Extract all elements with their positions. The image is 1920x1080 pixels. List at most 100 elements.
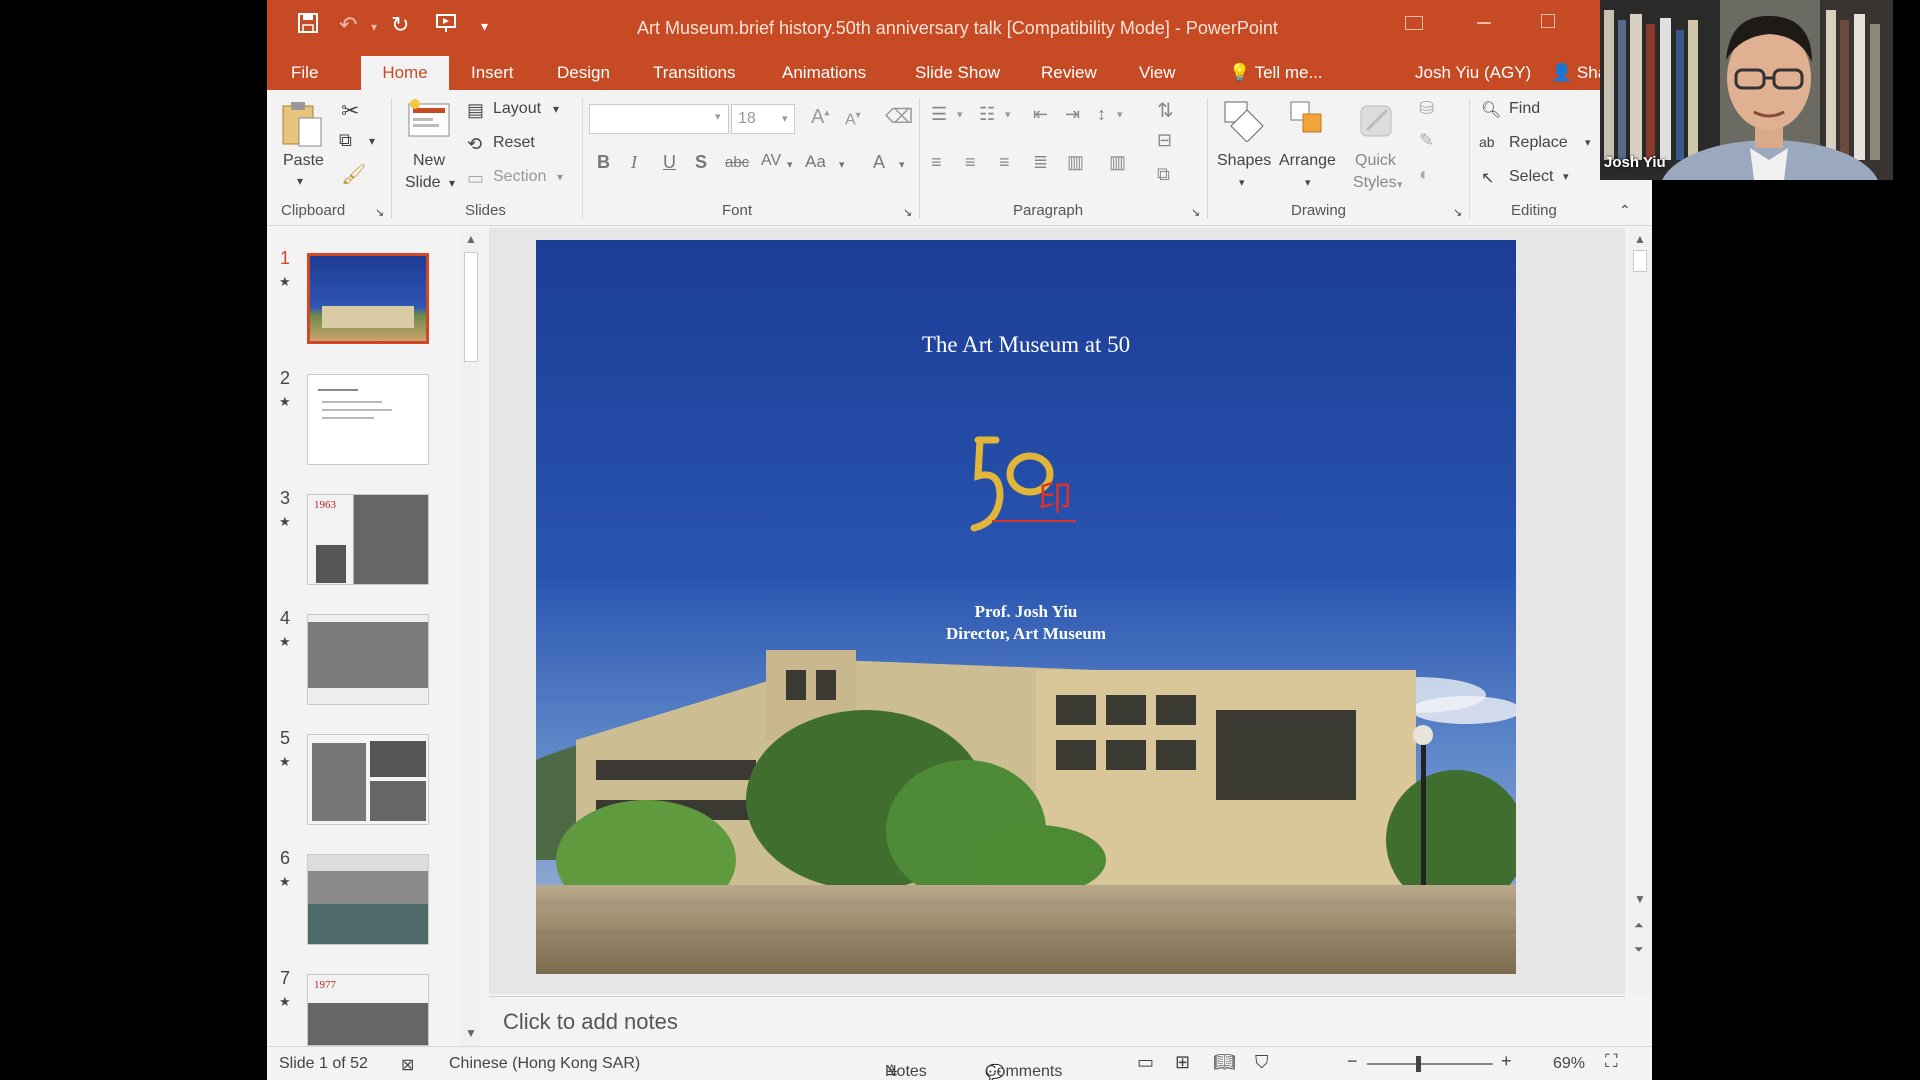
character-spacing-icon[interactable]: AV <box>761 152 781 170</box>
justify-icon[interactable]: ≣ <box>1033 152 1048 173</box>
scroll-up-arrow-icon[interactable]: ▲ <box>465 232 477 246</box>
layout-button[interactable]: Layout <box>493 100 541 118</box>
align-text-icon[interactable]: ⊟ <box>1157 130 1172 151</box>
font-size-input[interactable]: 18 ▾ <box>731 104 795 134</box>
maximize-icon[interactable] <box>1541 14 1555 28</box>
tell-me-box[interactable]: 💡 Tell me... <box>1217 56 1335 90</box>
language-indicator[interactable]: Chinese (Hong Kong SAR) <box>449 1055 640 1073</box>
undo-icon[interactable]: ↶ <box>339 12 357 38</box>
replace-icon[interactable]: ab <box>1479 134 1495 150</box>
customize-qat-icon[interactable]: ▾ <box>481 18 488 35</box>
thumbnail-scrollbar[interactable]: ▲ ▼ <box>461 232 481 1046</box>
font-color-icon[interactable]: A <box>873 152 885 173</box>
italic-icon[interactable]: I <box>631 152 637 173</box>
paste-icon[interactable] <box>281 100 323 153</box>
slide-thumbnail-5[interactable] <box>307 734 429 825</box>
select-button[interactable]: Select <box>1509 168 1553 186</box>
zoom-level[interactable]: 69% <box>1553 1055 1585 1073</box>
tab-transitions[interactable]: Transitions <box>641 56 748 90</box>
font-launcher-icon[interactable]: ↘ <box>903 206 912 219</box>
slide-thumbnail-3[interactable]: 1963 <box>307 494 429 585</box>
find-button[interactable]: Find <box>1509 100 1540 118</box>
line-spacing-dropdown-icon[interactable]: ▾ <box>1117 108 1123 121</box>
fit-slide-icon[interactable]: ⛶ <box>1605 1051 1618 1072</box>
scroll-thumb[interactable] <box>1633 250 1647 272</box>
scroll-thumb[interactable] <box>464 252 478 362</box>
font-name-dropdown-icon[interactable]: ▾ <box>715 110 721 123</box>
shape-outline-icon[interactable]: ✎ <box>1419 130 1434 151</box>
zoom-out-icon[interactable]: − <box>1347 1051 1358 1072</box>
tab-slide-show[interactable]: Slide Show <box>903 56 1012 90</box>
slide-thumbnail-7[interactable]: 1977 <box>307 974 429 1046</box>
replace-button[interactable]: Replace <box>1509 134 1568 152</box>
slide-thumbnail-6[interactable] <box>307 854 429 945</box>
increase-font-icon[interactable]: A▴ <box>811 106 829 129</box>
tab-insert[interactable]: Insert <box>459 56 526 90</box>
redo-icon[interactable]: ↻ <box>391 12 409 38</box>
shapes-dropdown-icon[interactable]: ▾ <box>1239 176 1245 189</box>
copy-icon[interactable]: ⧉ <box>339 130 352 151</box>
select-dropdown-icon[interactable]: ▾ <box>1563 170 1569 183</box>
slide-thumbnail-1[interactable] <box>307 253 429 344</box>
user-account[interactable]: Josh Yiu (AGY) <box>1403 56 1543 90</box>
current-slide[interactable]: The Art Museum at 50 印 Prof. Josh Yiu Di… <box>536 240 1516 974</box>
tab-home[interactable]: Home <box>361 56 449 90</box>
slide-scrollbar[interactable]: ▲ ▼ ⏶ ⏷ <box>1630 228 1650 994</box>
slide-thumbnail-2[interactable] <box>307 374 429 465</box>
shape-fill-icon[interactable]: ⛁ <box>1419 98 1434 119</box>
bold-icon[interactable]: B <box>597 152 610 173</box>
new-slide-icon[interactable] <box>407 98 453 145</box>
reset-icon[interactable]: ⟲ <box>467 134 482 155</box>
tab-design[interactable]: Design <box>545 56 622 90</box>
layout-icon[interactable]: ▤ <box>467 100 484 121</box>
new-slide-dropdown-icon[interactable]: ▾ <box>449 176 455 190</box>
find-icon[interactable]: 🔍︎ <box>1481 100 1501 120</box>
distributed-icon[interactable]: ▥ <box>1067 152 1084 173</box>
select-cursor-icon[interactable]: ↖ <box>1481 168 1494 188</box>
numbering-icon[interactable]: ☷ <box>979 104 995 125</box>
reading-view-icon[interactable]: 📖︎ <box>1213 1052 1236 1073</box>
align-right-icon[interactable]: ≡ <box>999 152 1010 173</box>
replace-dropdown-icon[interactable]: ▾ <box>1585 136 1591 149</box>
decrease-font-icon[interactable]: A▾ <box>845 110 861 129</box>
font-color-dropdown-icon[interactable]: ▾ <box>899 158 905 171</box>
section-icon[interactable]: ▭ <box>467 168 484 189</box>
decrease-indent-icon[interactable]: ⇤ <box>1033 104 1048 125</box>
text-shadow-icon[interactable]: S <box>695 152 707 173</box>
ribbon-display-options-icon[interactable] <box>1405 16 1423 30</box>
start-from-beginning-icon[interactable] <box>435 12 457 40</box>
line-spacing-icon[interactable]: ↕ <box>1097 104 1106 125</box>
slide-sorter-icon[interactable]: ⊞ <box>1175 1052 1190 1073</box>
section-dropdown-icon[interactable]: ▾ <box>557 170 563 184</box>
next-slide-icon[interactable]: ⏷ <box>1634 942 1644 957</box>
tab-view[interactable]: View <box>1127 56 1188 90</box>
section-button[interactable]: Section <box>493 168 546 186</box>
previous-slide-icon[interactable]: ⏶ <box>1634 918 1644 933</box>
collapse-ribbon-icon[interactable]: ⌃ <box>1619 202 1631 219</box>
shape-effects-icon[interactable]: ◐ <box>1419 164 1430 185</box>
tab-animations[interactable]: Animations <box>770 56 878 90</box>
notes-pane[interactable]: Click to add notes <box>489 996 1625 1046</box>
notes-placeholder[interactable]: Click to add notes <box>503 1009 678 1035</box>
strikethrough-icon[interactable]: abc <box>725 154 749 171</box>
tab-review[interactable]: Review <box>1029 56 1109 90</box>
zoom-in-icon[interactable]: + <box>1501 1051 1512 1072</box>
arrange-dropdown-icon[interactable]: ▾ <box>1305 176 1311 189</box>
slide-thumbnail-4[interactable] <box>307 614 429 705</box>
underline-icon[interactable]: U <box>663 152 676 173</box>
layout-dropdown-icon[interactable]: ▾ <box>553 102 559 116</box>
paragraph-launcher-icon[interactable]: ↘ <box>1191 206 1200 219</box>
tab-file[interactable]: File <box>279 56 330 90</box>
change-case-dropdown-icon[interactable]: ▾ <box>839 158 845 171</box>
format-painter-icon[interactable]: 🖌 <box>341 162 366 187</box>
font-size-dropdown-icon[interactable]: ▾ <box>782 112 788 125</box>
numbering-dropdown-icon[interactable]: ▾ <box>1005 108 1011 121</box>
scroll-down-arrow-icon[interactable]: ▼ <box>1634 892 1646 906</box>
scroll-down-arrow-icon[interactable]: ▼ <box>465 1026 477 1040</box>
save-icon[interactable] <box>297 12 319 40</box>
character-spacing-dropdown-icon[interactable]: ▾ <box>787 158 793 171</box>
convert-smartart-icon[interactable]: ⧉ <box>1157 164 1170 185</box>
zoom-slider-thumb[interactable] <box>1416 1056 1421 1072</box>
new-slide-label-2[interactable]: Slide <box>405 174 441 192</box>
font-name-input[interactable] <box>589 104 729 134</box>
